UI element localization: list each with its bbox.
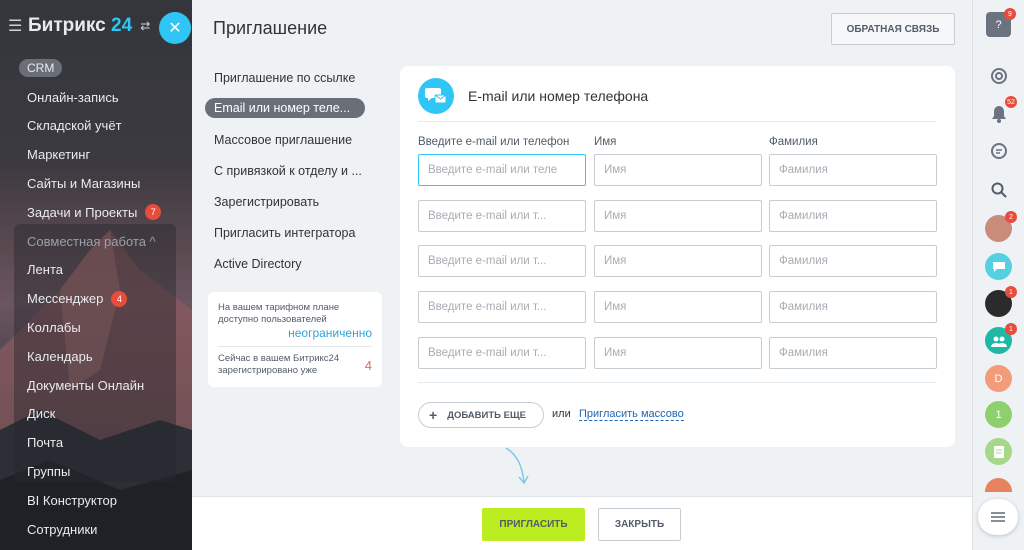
page-title: Приглашение [213, 18, 328, 38]
card-divider-top [418, 121, 936, 122]
logo[interactable]: Битрикс 24 [28, 15, 132, 37]
sidebar-item-feed[interactable]: Лента [0, 256, 192, 285]
sidebar-item-marketing[interactable]: Маркетинг [0, 140, 192, 169]
footer-bar: ПРИГЛАСИТЬ ЗАКРЫТЬ [192, 496, 972, 550]
activity-icon[interactable] [985, 62, 1012, 89]
help-icon[interactable]: ? 9 [986, 8, 1016, 37]
registered-value: 4 [364, 357, 372, 373]
name-input-3[interactable] [594, 245, 762, 277]
email-chat-icon [418, 78, 454, 114]
add-more-button[interactable]: + ДОБАВИТЬ ЕЩЕ [418, 402, 544, 428]
email-input-4[interactable] [418, 291, 586, 323]
invite-method-menu: Приглашение по ссылке Email или номер те… [205, 62, 365, 279]
sidebar-item-booking[interactable]: Онлайн-запись [0, 83, 192, 112]
search-icon[interactable] [985, 176, 1012, 203]
invite-panel: Приглашение ОБРАТНАЯ СВЯЗЬ Приглашение п… [192, 0, 972, 550]
avatar-4-badge: 1 [1005, 323, 1017, 335]
sidebar-nav: CRM Онлайн-запись Складской учёт Маркети… [0, 54, 192, 544]
sidebar-item-groups[interactable]: Группы [0, 457, 192, 486]
sidebar-header: ☰ Битрикс 24 ⇄ [8, 14, 150, 38]
list-icon [991, 512, 1005, 522]
sidebar-item-mail[interactable]: Почта [0, 428, 192, 457]
close-icon: ✕ [168, 20, 182, 37]
avatar-one[interactable]: 1 [985, 401, 1012, 428]
menu-item-mass[interactable]: Массовое приглашение [205, 124, 365, 155]
avatar-1-badge: 2 [1005, 211, 1017, 223]
menu-item-register[interactable]: Зарегистрировать [205, 186, 365, 217]
menu-item-department[interactable]: С привязкой к отделу и ... [205, 155, 365, 186]
hint-arrow-icon [505, 447, 529, 485]
menu-item-link[interactable]: Приглашение по ссылке [205, 62, 365, 93]
card-header: E-mail или номер телефона [418, 78, 648, 114]
sidebar-item-disk[interactable]: Диск [0, 400, 192, 429]
info-divider [218, 346, 372, 347]
add-more-label: ДОБАВИТЬ ЕЩЕ [447, 409, 526, 421]
or-text: или [552, 408, 571, 420]
open-channel-avatar[interactable] [985, 253, 1012, 280]
name-input-2[interactable] [594, 200, 762, 232]
sidebar-item-calendar[interactable]: Календарь [0, 342, 192, 371]
name-input-5[interactable] [594, 337, 762, 369]
card-divider-bottom [418, 382, 936, 383]
plan-text: На вашем тарифном плане доступно пользов… [218, 302, 340, 325]
mass-invite-link[interactable]: Пригласить массово [579, 408, 684, 421]
email-input-5[interactable] [418, 337, 586, 369]
plan-info-box: На вашем тарифном плане доступно пользов… [208, 292, 382, 387]
group-chat-avatar[interactable]: 1 [985, 323, 1017, 354]
menu-item-ad[interactable]: Active Directory [205, 248, 365, 279]
avatar-partial[interactable] [985, 478, 1012, 492]
email-input-3[interactable] [418, 245, 586, 277]
close-slider-button[interactable]: ✕ [159, 12, 191, 44]
avatar-3-badge: 1 [1005, 286, 1017, 298]
sidebar-item-sites[interactable]: Сайты и Магазины [0, 169, 192, 198]
list-toggle-button[interactable] [978, 499, 1018, 535]
feedback-button[interactable]: ОБРАТНАЯ СВЯЗЬ [831, 13, 955, 45]
notes-avatar[interactable] [985, 438, 1012, 465]
card-title: E-mail или номер телефона [468, 88, 649, 104]
sidebar-item-tasks[interactable]: Задачи и Проекты 7 [0, 198, 192, 227]
surname-input-2[interactable] [769, 200, 937, 232]
sidebar-item-crm[interactable]: CRM [0, 54, 192, 83]
invite-form-card: E-mail или номер телефона Введите e-mail… [400, 66, 955, 447]
plus-icon: + [429, 407, 438, 423]
avatar-1[interactable]: 2 [985, 211, 1017, 242]
menu-item-integrator[interactable]: Пригласить интегратора [205, 217, 365, 248]
right-toolbar: ? 9 52 2 1 1 D 1 [972, 0, 1024, 550]
sidebar-item-collabs[interactable]: Коллабы [0, 313, 192, 342]
column-label-email: Введите e-mail или телефон [418, 136, 570, 148]
avatar-d[interactable]: D [985, 365, 1012, 392]
surname-input-3[interactable] [769, 245, 937, 277]
name-input-4[interactable] [594, 291, 762, 323]
column-label-surname: Фамилия [769, 136, 818, 148]
swap-icon[interactable]: ⇄ [140, 19, 150, 33]
column-label-name: Имя [594, 136, 617, 148]
sidebar-item-employees[interactable]: Сотрудники [0, 515, 192, 544]
registered-row: Сейчас в вашем Битрикс24 зарегистрирован… [218, 353, 372, 377]
plan-value: неограниченно [288, 326, 372, 340]
messenger-badge: 4 [111, 290, 128, 307]
sidebar-item-inventory[interactable]: Складской учёт [0, 112, 192, 141]
sidebar-item-messenger[interactable]: Мессенджер 4 [0, 284, 192, 313]
sidebar-item-bi[interactable]: BI Конструктор [0, 486, 192, 515]
help-badge: 9 [1004, 8, 1016, 20]
avatar-3[interactable]: 1 [985, 286, 1017, 317]
bell-badge: 52 [1005, 96, 1017, 108]
chat-icon[interactable] [985, 137, 1012, 164]
left-sidebar: ☰ Битрикс 24 ⇄ CRM Онлайн-запись Складск… [0, 0, 192, 550]
surname-input-5[interactable] [769, 337, 937, 369]
email-input-2[interactable] [418, 200, 586, 232]
sidebar-item-docs[interactable]: Документы Онлайн [0, 371, 192, 400]
menu-burger-icon[interactable]: ☰ [8, 16, 26, 36]
bell-icon[interactable]: 52 [985, 96, 1017, 127]
name-input-1[interactable] [594, 154, 762, 186]
close-button[interactable]: ЗАКРЫТЬ [598, 508, 681, 541]
menu-item-email[interactable]: Email или номер теле... [205, 98, 365, 118]
invite-button[interactable]: ПРИГЛАСИТЬ [482, 508, 585, 541]
registered-text: Сейчас в вашем Битрикс24 зарегистрирован… [218, 353, 340, 376]
surname-input-1[interactable] [769, 154, 937, 186]
tasks-badge: 7 [145, 204, 162, 221]
sidebar-group-collab[interactable]: Совместная работа ^ [0, 227, 192, 256]
surname-input-4[interactable] [769, 291, 937, 323]
email-input-1[interactable] [418, 154, 586, 186]
